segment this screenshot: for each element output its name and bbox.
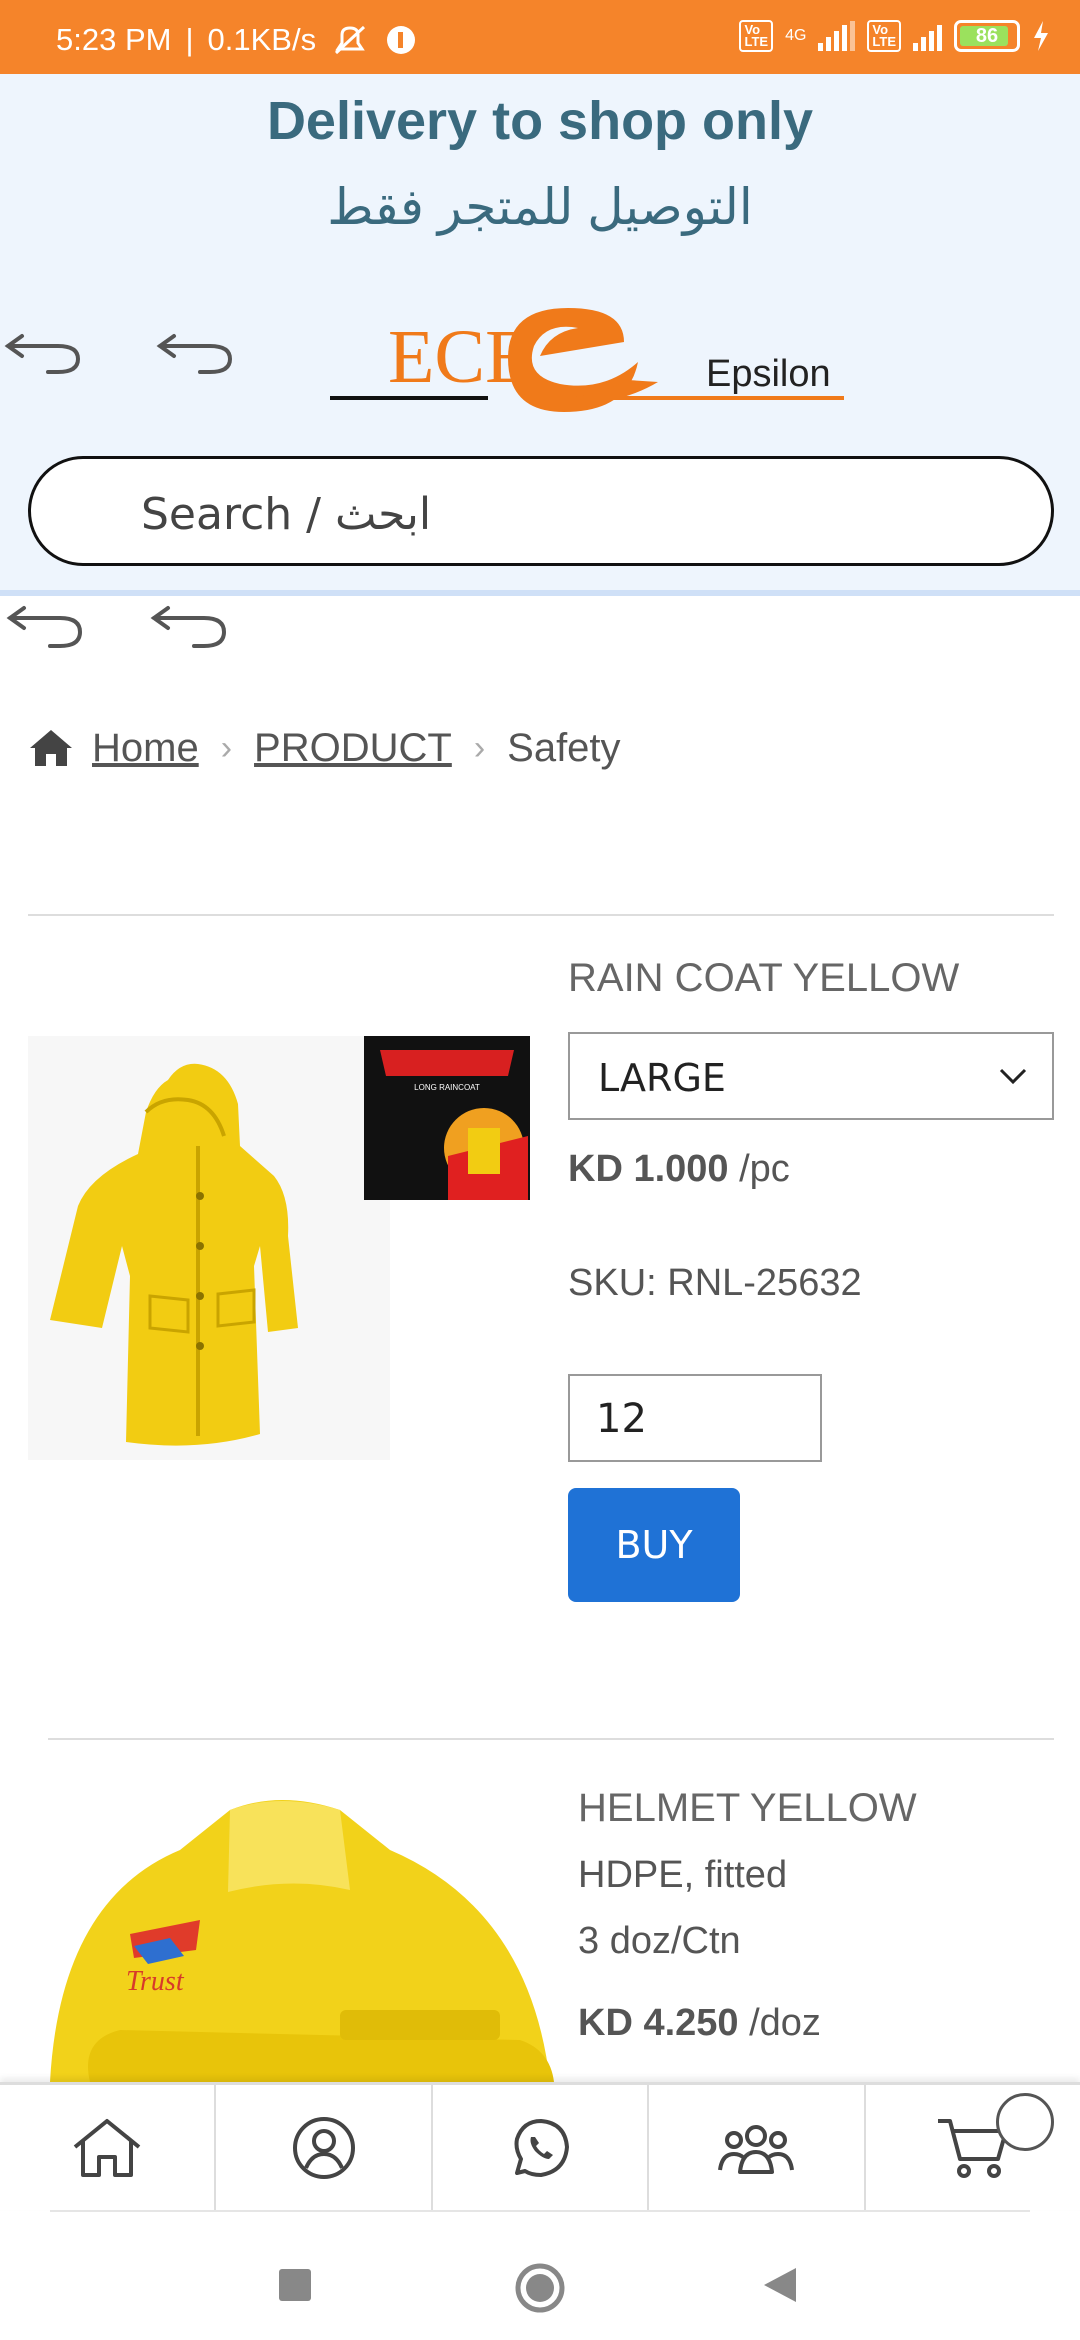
breadcrumb-current: Safety [507, 725, 621, 770]
size-selected-value: LARGE [598, 1056, 726, 1100]
logo-graphic: ECE Epsilon [330, 308, 844, 412]
user-icon [292, 2116, 355, 2179]
breadcrumb-home[interactable]: Home [92, 726, 199, 771]
whatsapp-icon [514, 2118, 570, 2177]
search-input[interactable]: Search / ابحث [28, 456, 1054, 566]
nav-home[interactable] [0, 2085, 217, 2210]
volte-icon: Vo LTE [739, 20, 774, 52]
signal-icon-2 [913, 21, 942, 51]
mute-icon [335, 25, 366, 55]
status-time: 5:23 PM [56, 22, 172, 57]
volte-icon-2: Vo LTE [867, 20, 901, 52]
helmet-brand: Trust [126, 1966, 185, 1997]
buy-button[interactable]: BUY [568, 1488, 740, 1602]
product-desc-line: 3 doz/Ctn [578, 1920, 741, 1962]
product-price: KD 4.250 /doz [578, 2002, 821, 2044]
breadcrumb-product[interactable]: PRODUCT [254, 726, 452, 771]
battery-icon: 86 [954, 20, 1020, 52]
delivery-notice-en: Delivery to shop only [266, 91, 814, 151]
size-select[interactable]: LARGE [568, 1032, 1054, 1120]
back-arrow-icon[interactable] [146, 604, 226, 654]
product-sku: SKU: RNL-25632 [568, 1262, 862, 1304]
product-title[interactable]: HELMET YELLOW [578, 1786, 917, 1831]
system-nav [0, 2212, 1080, 2340]
logo-text: Epsilon [706, 353, 831, 395]
product-price: KD 1.000 /pc [568, 1148, 790, 1190]
chevron-right-icon: › [220, 728, 233, 767]
delivery-notice-ar: التوصيل للمتجر فقط [327, 179, 753, 235]
triangle-icon[interactable] [762, 2266, 798, 2304]
chevron-right-icon: › [473, 728, 486, 767]
group-icon [718, 2124, 795, 2174]
nav-whatsapp[interactable] [433, 2085, 650, 2210]
circle-icon[interactable] [514, 2262, 566, 2314]
signal-icon [818, 21, 856, 51]
chevron-down-icon [999, 1068, 1027, 1085]
breadcrumb: Home › PRODUCT › Safety [28, 722, 621, 774]
product-title[interactable]: RAIN COAT YELLOW [568, 956, 959, 1001]
divider [48, 1738, 1054, 1740]
square-icon[interactable] [278, 2268, 312, 2302]
helmet-image[interactable]: Trust [50, 1780, 554, 2082]
cart-count-badge [996, 2093, 1055, 2151]
back-arrow-icon[interactable] [152, 326, 232, 376]
network-type: 4G [785, 27, 807, 44]
home-icon [73, 2118, 141, 2177]
back-arrow-icon[interactable] [0, 326, 80, 376]
product-desc-line: HDPE, fitted [578, 1854, 788, 1896]
nav-cart[interactable] [866, 2085, 1080, 2210]
status-speed: 0.1KB/s [207, 22, 317, 57]
status-left: 5:23 PM | 0.1KB/s [56, 22, 418, 58]
nav-account[interactable] [216, 2085, 433, 2210]
search-placeholder: Search / ابحث [141, 489, 432, 540]
back-arrow-icon[interactable] [2, 604, 82, 654]
status-bar: 5:23 PM | 0.1KB/s Vo LTE 4G Vo LTE 86 [0, 0, 1080, 74]
package-label: LONG RAINCOAT [414, 1083, 480, 1092]
charging-icon [1034, 21, 1048, 51]
bottom-nav [0, 2082, 1080, 2210]
home-icon[interactable] [28, 728, 74, 768]
site-logo[interactable]: ECE Epsilon [328, 302, 848, 422]
site-header: Delivery to shop only التوصيل للمتجر فقط… [0, 74, 1080, 596]
nav-community[interactable] [649, 2085, 866, 2210]
raincoat-image[interactable]: LONG RAINCOAT [28, 1036, 534, 1460]
divider [28, 914, 1054, 916]
app-notification-icon [387, 26, 416, 54]
status-right: Vo LTE 4G Vo LTE 86 [739, 20, 1050, 52]
quantity-value: 12 [596, 1396, 647, 1442]
quantity-input[interactable]: 12 [568, 1374, 822, 1462]
